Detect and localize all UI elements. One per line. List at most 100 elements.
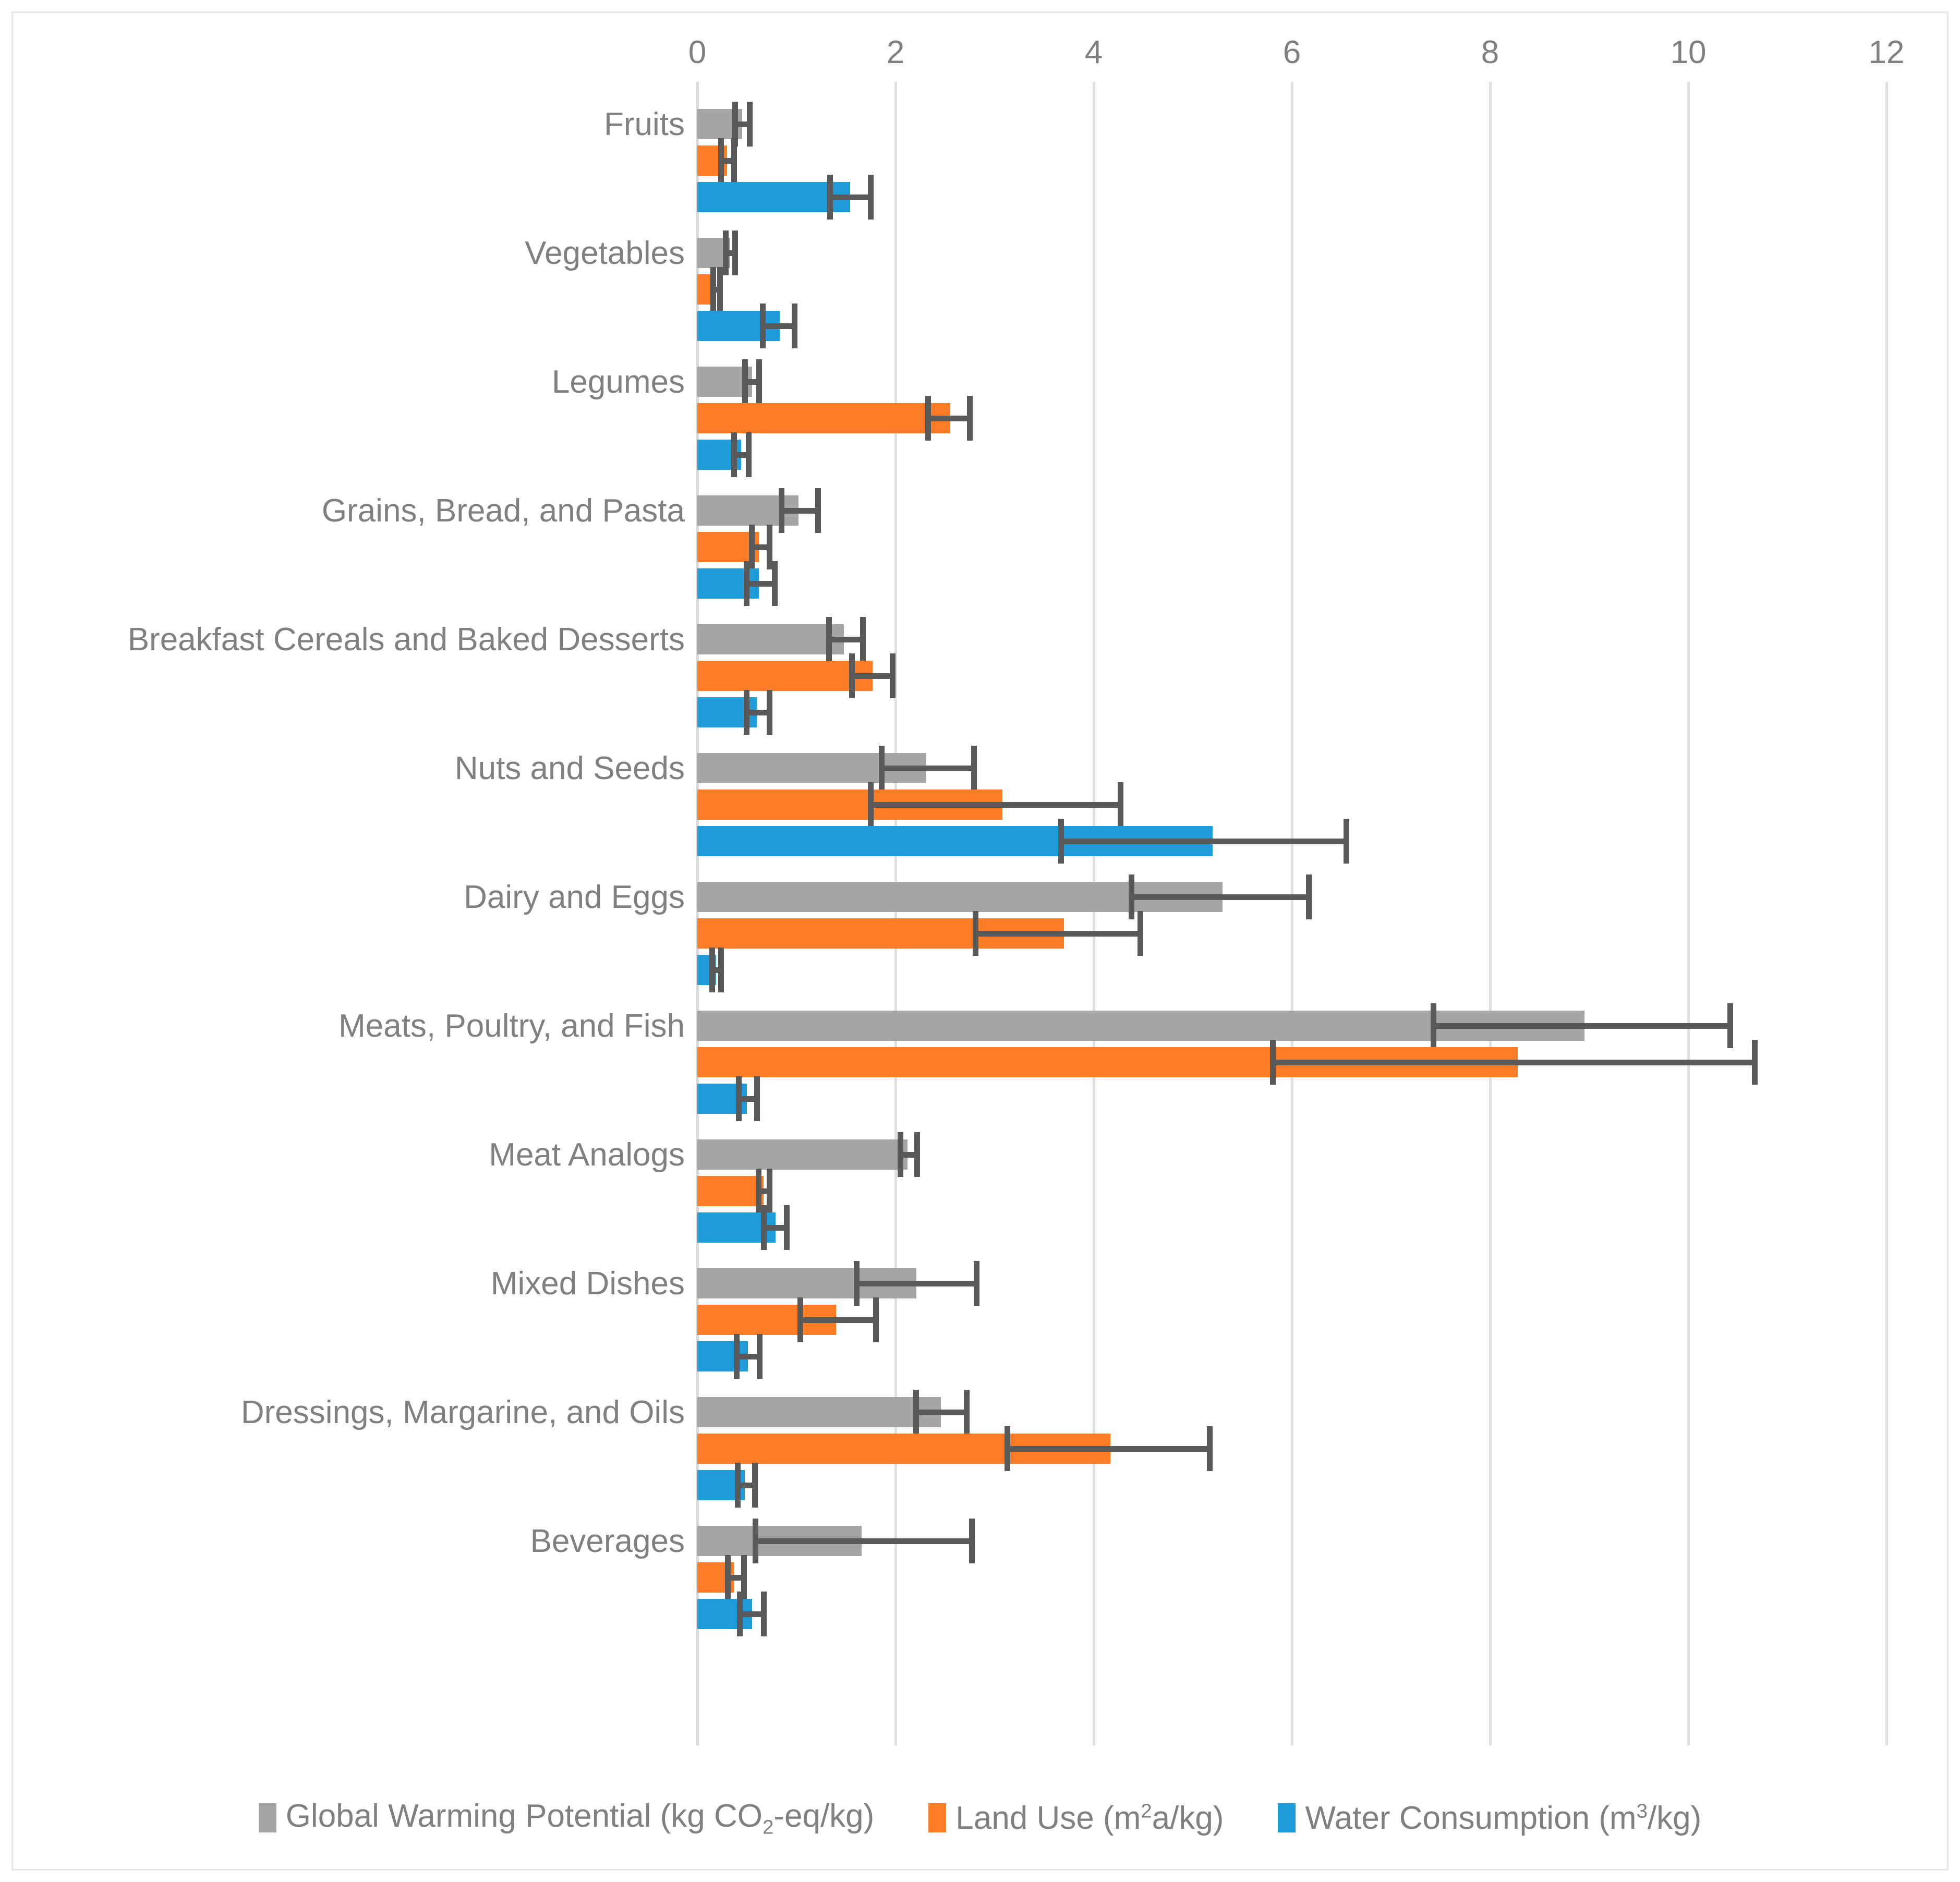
error-bar-cap-high	[1137, 911, 1143, 956]
category-label: Beverages	[530, 1523, 685, 1559]
error-bar-line	[1431, 1023, 1733, 1029]
category-label: Dairy and Eggs	[464, 879, 685, 915]
legend-item[interactable]: Water Consumption (m3/kg)	[1278, 1800, 1701, 1837]
error-bar-cap-low	[744, 561, 750, 606]
bar-row	[697, 1076, 1886, 1121]
error-bar-cap-high	[969, 1519, 975, 1563]
bar-row	[697, 102, 1886, 147]
x-tick-label: 4	[1084, 34, 1103, 70]
category-group: Beverages	[530, 1519, 1886, 1655]
error-bar-cap-low	[731, 432, 737, 477]
category-group: Vegetables	[525, 230, 1886, 367]
error-bar-line	[973, 931, 1143, 937]
error-bar-line	[797, 1317, 879, 1323]
error-bar-cap-low	[1005, 1426, 1010, 1471]
bar-row	[697, 653, 1886, 698]
error-bar-cap-high	[747, 102, 753, 147]
error-bar-cap-high	[860, 617, 866, 662]
category-group: Meats, Poultry, and Fish	[338, 1003, 1886, 1139]
error-bar-line	[867, 802, 1123, 808]
bar-row	[697, 175, 1886, 220]
error-bar-cap-low	[867, 782, 874, 827]
legend-item[interactable]: Land Use (m2a/kg)	[928, 1800, 1224, 1837]
category-label: Meat Analogs	[489, 1137, 685, 1173]
bar-row	[697, 1426, 1886, 1471]
legend-swatch-icon	[258, 1803, 276, 1833]
error-bar-cap-high	[974, 1261, 980, 1306]
category-label: Mixed Dishes	[490, 1266, 685, 1302]
category-group: Grains, Bread, and Pasta	[322, 488, 1886, 624]
error-bar-line	[778, 508, 821, 514]
error-bar-cap-high	[967, 396, 973, 441]
category-label: Dressings, Margarine, and Oils	[240, 1394, 685, 1430]
legend-label: Global Warming Potential (kg CO2-eq/kg)	[285, 1798, 875, 1838]
error-bar-line	[827, 195, 874, 200]
error-bar-cap-low	[753, 1519, 759, 1563]
bar-row	[697, 1297, 1886, 1342]
bar-row	[697, 911, 1886, 956]
bar-row	[697, 561, 1886, 606]
category-group: Mixed Dishes	[491, 1261, 1886, 1397]
bar-row	[697, 782, 1886, 827]
x-tick-label: 0	[688, 34, 707, 70]
error-bar-cap-high	[1727, 1003, 1733, 1048]
chart-page: 0 2 4 6 8 10 12 Fruits Vegetables Legumes Grains,…	[0, 0, 1960, 1882]
bar-row	[697, 267, 1886, 312]
bar-row	[697, 1592, 1886, 1636]
error-bar-line	[1270, 1060, 1758, 1065]
error-bar-cap-low	[973, 911, 979, 956]
category-label: Meats, Poultry, and Fish	[338, 1008, 685, 1044]
bar-row	[697, 690, 1886, 735]
bar-row	[697, 432, 1886, 477]
error-bar-cap-low	[913, 1390, 919, 1435]
bar-land	[697, 1176, 764, 1206]
error-bar-cap-high	[1344, 819, 1350, 864]
error-bar-cap-high	[791, 303, 797, 348]
error-bar-cap-low	[737, 1592, 743, 1636]
bar-row	[697, 1132, 1886, 1177]
error-bar-cap-low	[744, 690, 750, 735]
category-label: Vegetables	[525, 235, 685, 271]
bar-row	[697, 1003, 1886, 1048]
category-label: Legumes	[551, 364, 685, 400]
bar-land	[697, 661, 873, 691]
chart-legend: Global Warming Potential (kg CO2-eq/kg) L…	[13, 1798, 1947, 1839]
error-bar-cap-high	[731, 138, 737, 183]
bar-row	[697, 138, 1886, 183]
error-bar-cap-low	[826, 617, 832, 662]
error-bar-cap-low	[748, 525, 755, 569]
error-bar-cap-low	[849, 653, 855, 698]
bar-row	[697, 1334, 1886, 1379]
error-bar-cap-high	[1306, 875, 1312, 919]
category-label: Fruits	[604, 106, 685, 142]
legend-item[interactable]: Global Warming Potential (kg CO2-eq/kg)	[258, 1798, 875, 1839]
bar-row	[697, 1261, 1886, 1306]
error-bar-cap-low	[925, 396, 931, 441]
error-bar-cap-high	[889, 653, 896, 698]
legend-label: Water Consumption (m3/kg)	[1305, 1800, 1702, 1836]
error-bar-cap-low	[797, 1297, 803, 1342]
bar-row	[697, 1390, 1886, 1435]
error-bar-cap-high	[964, 1390, 970, 1435]
category-label: Grains, Bread, and Pasta	[321, 493, 685, 529]
error-bar-cap-high	[914, 1132, 921, 1177]
bar-row	[697, 1519, 1886, 1563]
error-bar-cap-low	[759, 303, 766, 348]
x-tick-label: 10	[1670, 34, 1707, 70]
error-bar-cap-high	[746, 432, 752, 477]
error-bar-cap-high	[732, 230, 738, 275]
error-bar-cap-high	[868, 175, 874, 220]
error-bar-cap-high	[767, 1169, 773, 1213]
bar-row	[697, 1463, 1886, 1508]
category-group: Dressings, Margarine, and Oils	[241, 1390, 1886, 1526]
bar-row	[697, 1205, 1886, 1250]
category-group: Nuts and Seeds	[455, 746, 1886, 882]
legend-swatch-icon	[928, 1803, 947, 1833]
bar-row	[697, 1555, 1886, 1600]
bar-row	[697, 948, 1886, 992]
bar-gwp	[697, 1139, 908, 1170]
error-bar-cap-high	[767, 690, 773, 735]
bar-row	[697, 525, 1886, 569]
error-bar-cap-low	[735, 1463, 741, 1508]
category-group: Breakfast Cereals and Baked Desserts	[128, 617, 1886, 753]
